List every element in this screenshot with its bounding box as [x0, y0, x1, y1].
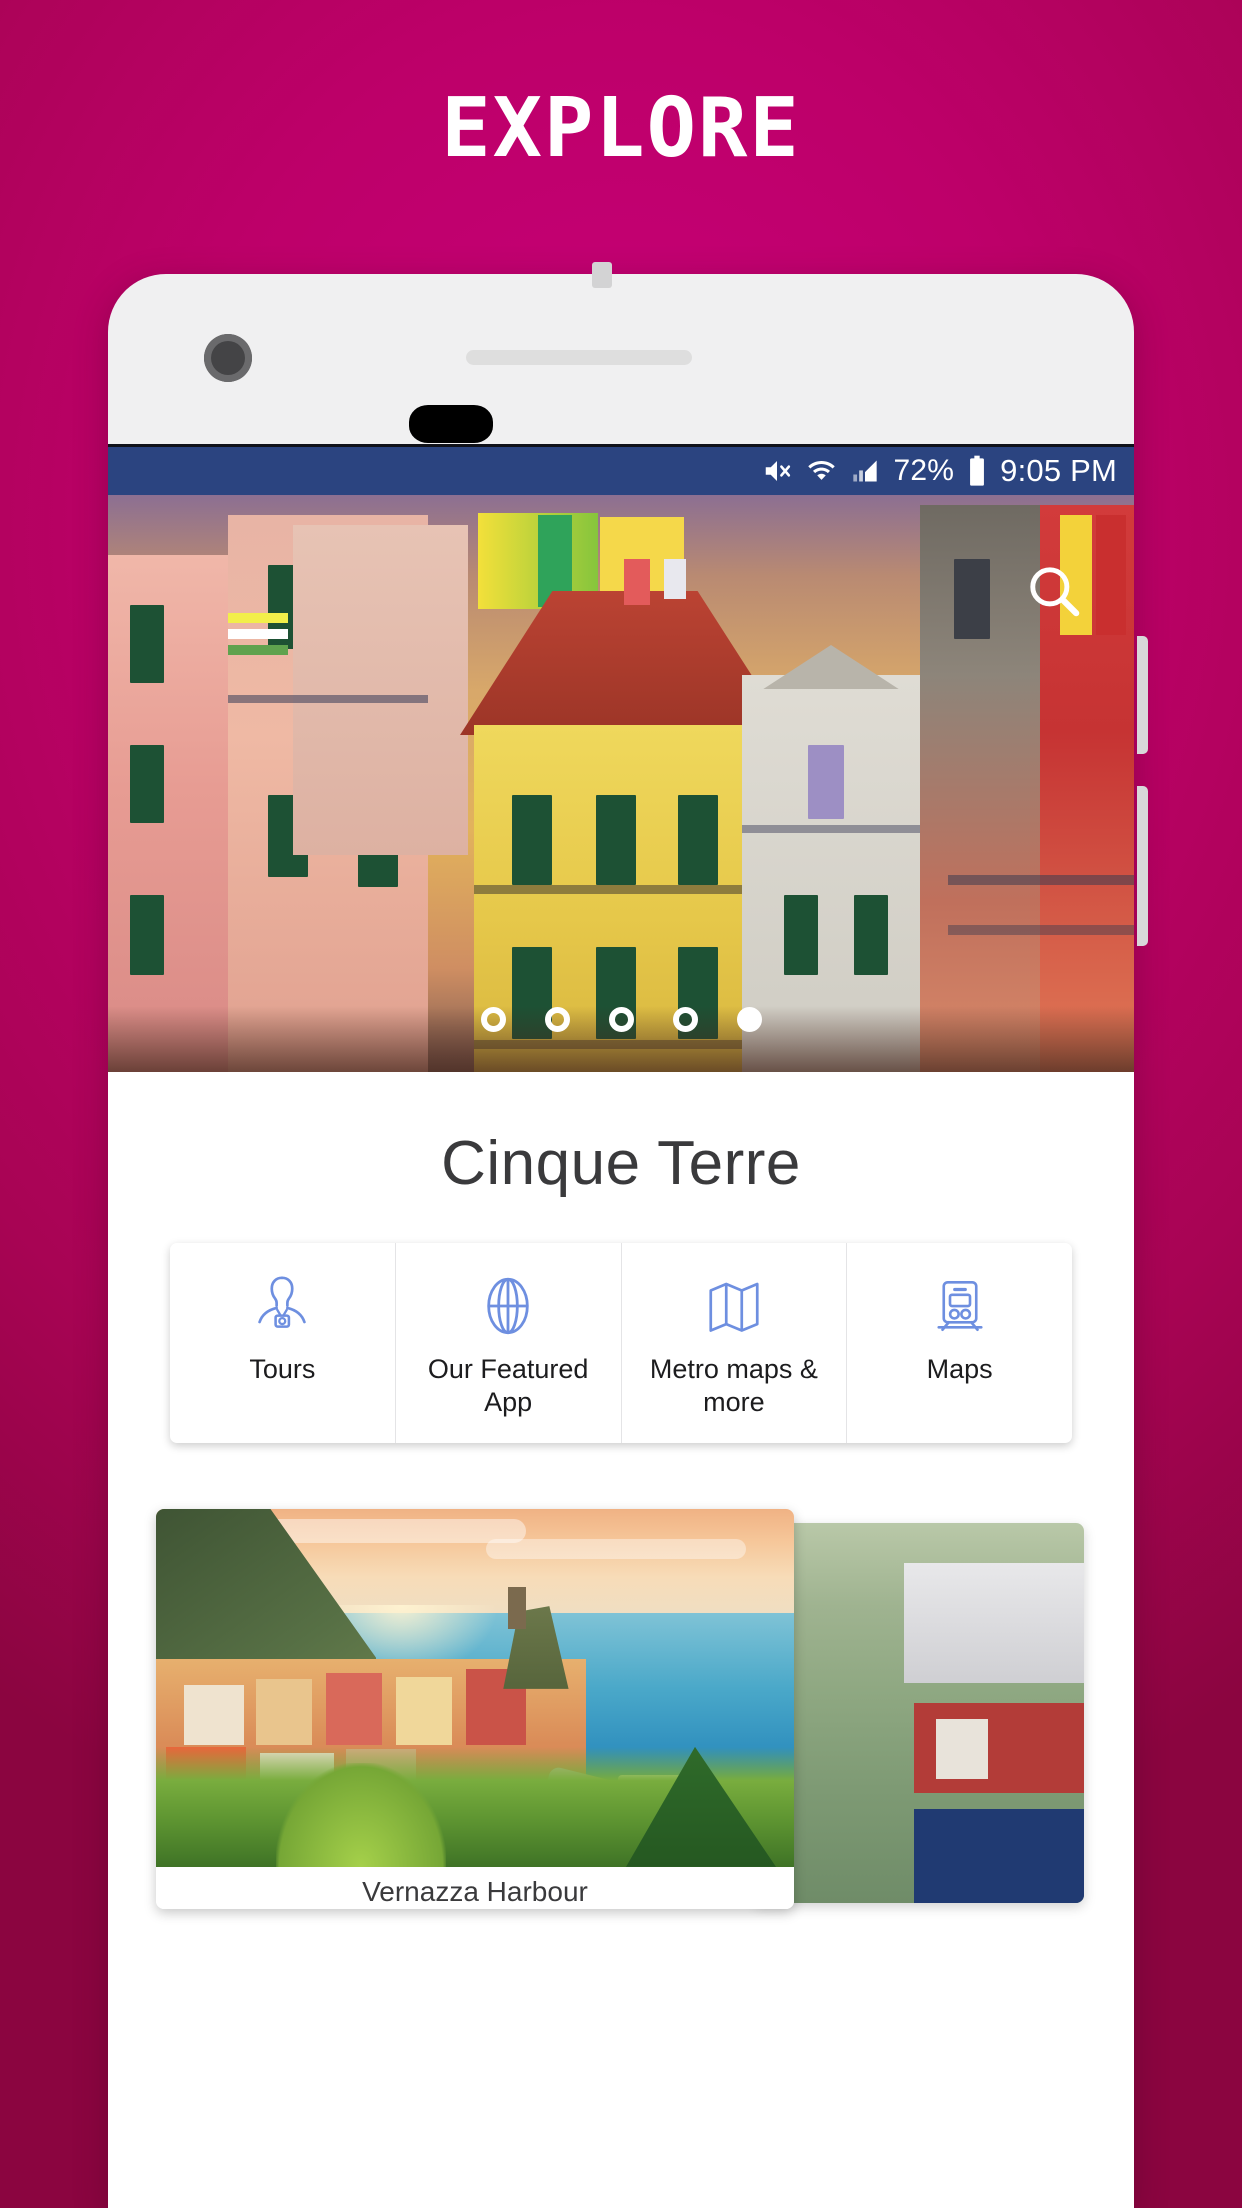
earpiece-speaker-icon [466, 350, 692, 365]
globe-icon [476, 1273, 540, 1339]
camera-lens-icon [204, 334, 252, 382]
action-maps[interactable]: Maps [847, 1243, 1072, 1443]
wifi-icon [806, 456, 837, 486]
volume-mute-icon [761, 456, 793, 486]
carousel-dot[interactable] [608, 1007, 634, 1032]
card-caption: Vernazza Harbour [156, 1866, 794, 1909]
quick-action-row: Tours Our Featured App Metro maps & more… [170, 1243, 1072, 1443]
carousel-dot[interactable] [480, 1007, 506, 1032]
power-button[interactable] [1137, 636, 1148, 754]
carousel-dot[interactable] [544, 1007, 570, 1032]
folded-map-icon [703, 1273, 765, 1339]
battery-icon [967, 455, 987, 487]
page-title: Cinque Terre [441, 1129, 801, 1198]
destination-card-carousel[interactable]: Vernazza Harbour [108, 1508, 1134, 1929]
card-caption-text: Vernazza Harbour [362, 1875, 588, 1907]
search-icon[interactable] [1024, 561, 1086, 623]
cellular-signal-icon [850, 457, 880, 485]
phone-mockup: 72% 9:05 PM Cinque Terre Tours Our Featu… [94, 262, 1148, 2208]
phone-screen: 72% 9:05 PM Cinque Terre Tours Our Featu… [108, 444, 1134, 2208]
carousel-dot[interactable] [672, 1007, 698, 1032]
action-label: Tours [249, 1354, 316, 1384]
card-photo [156, 1508, 794, 1867]
promo-headline: EXPLORE [441, 81, 801, 176]
battery-percent: 72% [893, 454, 955, 487]
volume-button[interactable] [1137, 786, 1148, 946]
carousel-dot-active[interactable] [736, 1007, 762, 1032]
action-label: Maps [926, 1354, 993, 1384]
train-icon [930, 1273, 990, 1339]
proximity-sensor-icon [409, 405, 493, 443]
destination-card-next[interactable] [754, 1522, 1084, 1903]
antenna-notch [592, 262, 612, 288]
card-photo [754, 1522, 1084, 1903]
action-metro-maps[interactable]: Metro maps & more [622, 1243, 848, 1443]
tour-guide-icon [251, 1273, 313, 1339]
action-label: Metro maps & more [649, 1354, 818, 1417]
status-clock: 9:05 PM [1000, 453, 1117, 488]
action-our-featured-app[interactable]: Our Featured App [396, 1243, 622, 1443]
hero-carousel[interactable] [108, 495, 1134, 1072]
action-label: Our Featured App [427, 1354, 589, 1417]
carousel-dots[interactable] [108, 1007, 1134, 1032]
destination-card[interactable]: Vernazza Harbour [156, 1508, 794, 1909]
status-bar: 72% 9:05 PM [108, 447, 1134, 495]
action-tours[interactable]: Tours [170, 1243, 396, 1443]
